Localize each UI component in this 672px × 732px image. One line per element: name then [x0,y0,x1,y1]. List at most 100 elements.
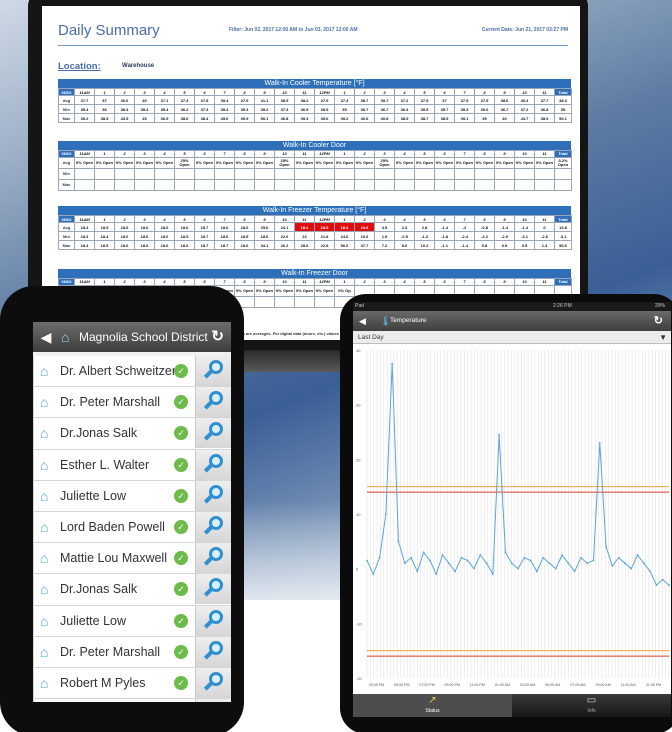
table-cell: 38.4 [194,113,215,123]
details-button[interactable] [195,574,231,605]
hour-header-cell: 11AM [74,278,95,286]
table-cell: 35.9 [314,104,335,114]
hour-header-cell: 7 [214,88,235,96]
location-row[interactable]: ⌂ Lord Baden Powell ✓ [33,511,231,544]
house-icon: ⌂ [40,674,49,691]
check-icon: ✓ [174,395,188,410]
location-row[interactable]: ⌂ Juliette Low ✓ [33,605,231,637]
table-cell: 0% Open [154,157,175,169]
table-cell [394,168,415,180]
location-row[interactable]: ⌂ Juliette Low ✓ [33,480,231,512]
temperature-point [422,551,425,554]
house-icon: ⌂ [40,550,49,567]
table-row: Avg 0% Open 0% Open 0% Open 0% Open 0% Open 25… [58,157,572,169]
tab-info[interactable]: ▭ Info [512,694,671,717]
section-title: Walk-In Freezer Temperature [°F] [58,206,571,215]
details-button[interactable] [195,699,231,702]
table-cell: -1.1 [434,240,455,250]
row-label: Avg [58,222,75,232]
location-row[interactable]: ⌂ Dr.Jonas Salk ✓ [33,418,231,450]
location-row[interactable]: ⌂Walt Disney✓ [33,699,231,702]
details-button[interactable] [195,543,231,574]
location-row[interactable]: ⌂ Dr. Albert Schweitzer ✓ [33,356,231,388]
hour-header-cell: 1 [94,150,115,158]
details-button[interactable] [195,605,231,636]
table-cell: 37.7 [74,95,95,105]
details-button[interactable] [195,667,231,698]
temperature-point [498,433,501,436]
location-row[interactable]: ⌂ Dr. Peter Marshall ✓ [33,636,231,668]
table-cell: 22.6 [274,231,295,241]
table-cell [214,179,235,191]
hour-header-cell: 6 [194,88,215,96]
table-cell [234,168,255,180]
table-cell: 36.8 [534,104,555,114]
check-icon: ✓ [174,613,188,628]
table-cell: 35.7 [434,104,455,114]
temperature-point [410,556,412,559]
table-cell: 37.9 [314,95,335,105]
row-label: Min [58,231,75,241]
tab-bar: ↗ Status ▭ Info [353,694,671,717]
table-cell: 24.1 [274,222,295,232]
report-footnote: ues are averages. For digital data (door… [238,331,351,336]
range-select[interactable]: Last Day ▼ [353,331,671,344]
table-cell: 38.3 [114,104,135,114]
house-icon: ⌂ [40,487,49,504]
table-cell [474,179,495,191]
location-row[interactable]: ⌂ Robert M Pyles ✓ [33,667,231,700]
table-cell: 0% Open [254,157,275,169]
hour-header-cell: 2 [354,215,375,223]
table-cell [154,179,175,191]
phone-screen: ◀ ⌂ Magnolia School District ↻ ⌂ Dr. Albe… [33,322,231,702]
hour-header-cell: 2 [114,215,135,223]
total-cell [554,168,572,180]
details-button[interactable] [195,511,231,542]
tab-status[interactable]: ↗ Status [353,694,512,717]
hour-header-cell: 11 [534,215,555,223]
hour-header-cell: 11 [294,88,315,96]
table-cell [354,168,375,180]
table-cell [94,179,115,191]
house-icon: ⌂ [40,425,49,442]
back-icon[interactable]: ◀ [359,314,366,328]
section-cooler-door: Walk-In Cooler Door 06/02 11AM 1 2 3 4 5 6 7 8 9 10… [58,141,572,191]
total-header-cell: Total [554,215,572,223]
table-cell: 18.6 [134,222,155,232]
table-cell: 0% Open [274,285,295,297]
refresh-icon[interactable]: ↻ [211,327,224,347]
hour-header-cell: 5 [414,88,435,96]
table-cell: 40.8 [274,113,295,123]
table-cell: 18.6 [214,222,235,232]
table-cell: -1.8 [434,231,455,241]
location-row[interactable]: ⌂ Mattie Lou Maxwell ✓ [33,543,231,575]
table-cell [134,168,155,180]
details-button[interactable] [195,418,231,449]
hour-header-cell: 3 [134,150,155,158]
table-cell: 1.9 [374,231,395,241]
table-cell: 18.3 [74,231,95,241]
table-row: Min 35.4 36 38.3 35.4 35.4 36.2 37.3 35.4 35.3 35.… [58,104,572,114]
back-icon[interactable]: ◀ [37,327,55,347]
details-button[interactable] [195,356,231,386]
hour-header-cell: 8 [234,88,255,96]
details-button[interactable] [195,387,231,418]
table-cell: 37.2 [514,104,535,114]
details-button[interactable] [195,480,231,511]
check-icon: ✓ [174,675,188,690]
table-cell: 37.3 [274,104,295,114]
table-cell: 18.5 [94,240,115,250]
location-row[interactable]: ⌂ Dr.Jonas Salk ✓ [33,574,231,606]
house-icon: ⌂ [40,518,49,535]
location-row[interactable]: ⌂ Dr. Peter Marshall ✓ [33,387,231,419]
hour-header-cell: 7 [454,215,475,223]
details-button[interactable] [195,449,231,480]
refresh-icon[interactable]: ↻ [654,313,663,329]
temperature-point [460,556,463,559]
details-button[interactable] [195,636,231,667]
table-cell [434,168,455,180]
location-row[interactable]: ⌂ Esther L. Walter ✓ [33,449,231,481]
report-current-date: Current Date: Jun 21, 2017 03:27 PM [481,27,568,33]
table-cell: 0% Open [394,157,415,169]
temperature-point [466,559,469,562]
